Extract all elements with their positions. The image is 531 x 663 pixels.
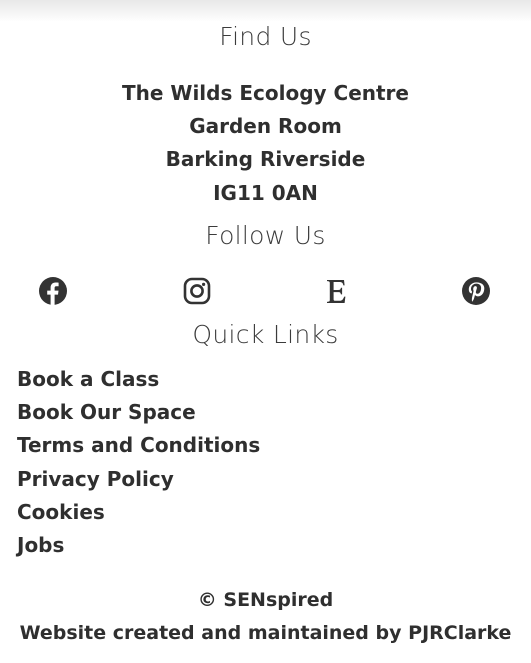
credit-line: Website created and maintained by PJRCla… — [0, 622, 531, 644]
link-cookies[interactable]: Cookies — [17, 500, 105, 524]
facebook-icon[interactable] — [36, 274, 70, 308]
link-book-a-class[interactable]: Book a Class — [17, 367, 159, 391]
instagram-icon[interactable] — [180, 274, 214, 308]
find-us-heading: Find Us — [219, 22, 312, 51]
top-shadow — [0, 0, 531, 22]
footer-page: Find Us The Wilds Ecology Centre Garden … — [0, 0, 531, 663]
link-jobs[interactable]: Jobs — [17, 533, 64, 557]
pinterest-icon[interactable] — [459, 274, 493, 308]
credit-prefix: Website created and maintained by — [19, 622, 409, 644]
address-line-room: Garden Room — [189, 114, 342, 138]
link-terms-and-conditions[interactable]: Terms and Conditions — [17, 433, 260, 457]
credit-link[interactable]: PJRClarke — [408, 622, 511, 644]
quick-links-heading: Quick Links — [192, 320, 339, 349]
address-line-postcode: IG11 0AN — [213, 181, 318, 205]
etsy-icon[interactable] — [319, 274, 353, 308]
address-line-venue: The Wilds Ecology Centre — [121, 81, 409, 105]
link-privacy-policy[interactable]: Privacy Policy — [17, 467, 174, 491]
address-line-area: Barking Riverside — [165, 147, 366, 171]
follow-us-heading: Follow Us — [205, 221, 326, 250]
link-book-our-space[interactable]: Book Our Space — [17, 400, 196, 424]
copyright-text: © SENspired — [197, 589, 334, 611]
